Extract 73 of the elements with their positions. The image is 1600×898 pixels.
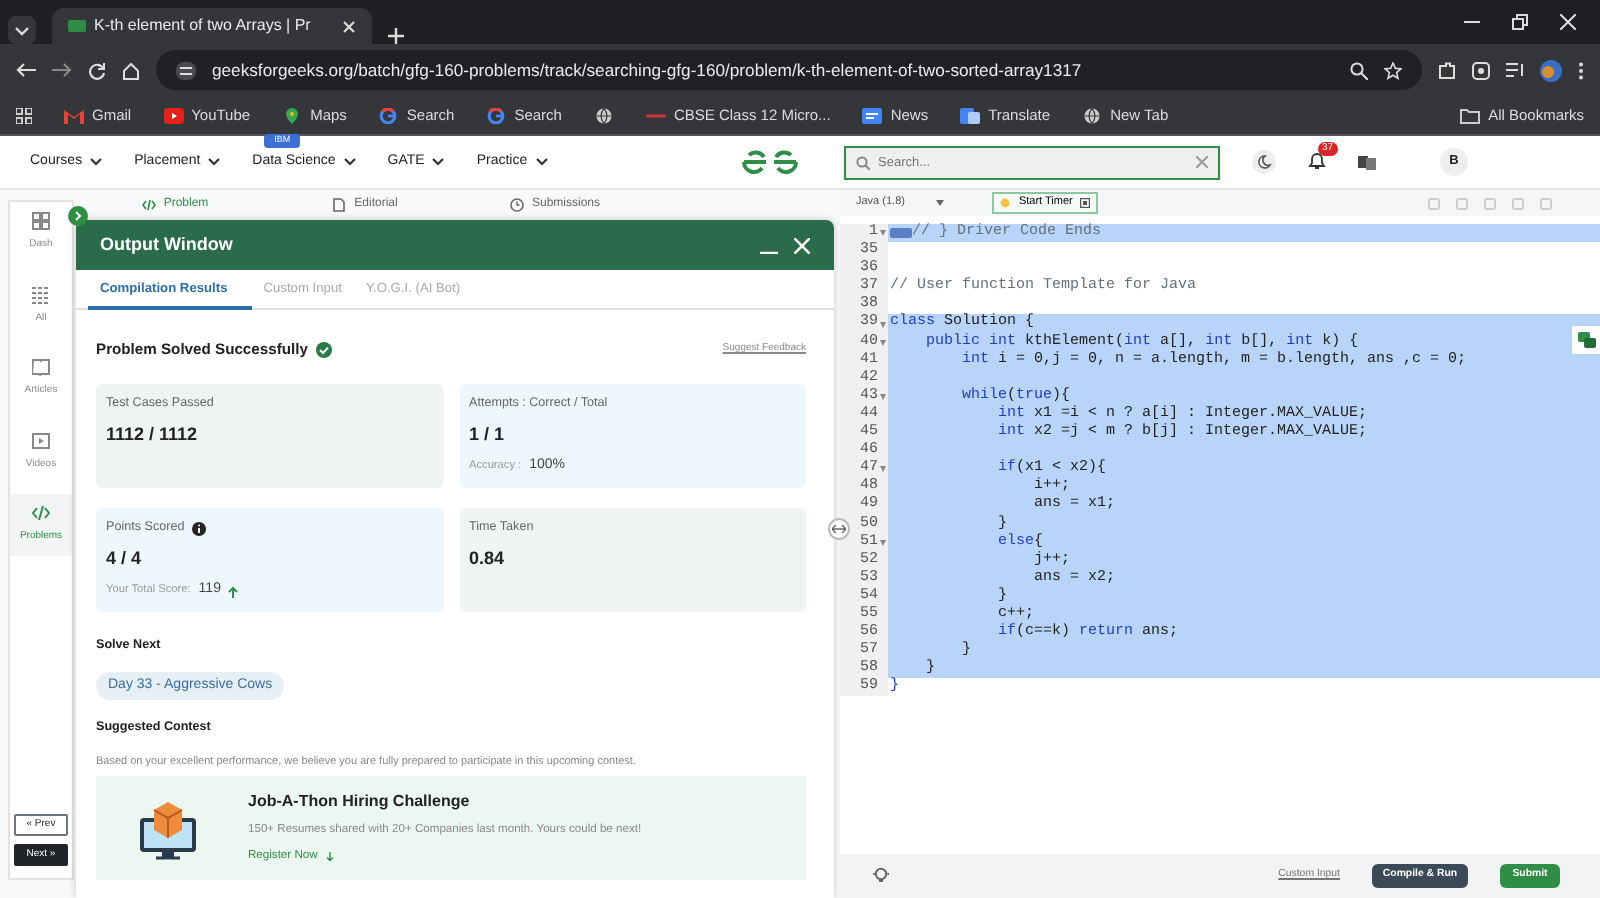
cards-icon[interactable] (1358, 154, 1376, 170)
new-tab-icon[interactable] (388, 28, 404, 44)
card-value: 1 / 1 (469, 421, 507, 448)
tab-title: K-th element of two Arrays | Pr (94, 14, 313, 38)
bell-icon[interactable] (1308, 151, 1326, 170)
globe-icon (1082, 107, 1103, 123)
fold-caret-icon[interactable] (879, 466, 885, 473)
home-icon[interactable] (122, 61, 140, 79)
address-bar[interactable]: geeksforgeeks.org/batch/gfg-160-problems/track/searching-gfg-160/problem/k-th-element-of-two-sorted-array1317 (156, 50, 1422, 90)
url-text: geeksforgeeks.org/batch/gfg-160-problems/track/searching-gfg-160/problem/k-th-element-of-two-sorted-array1317 (212, 57, 1084, 83)
card-value: 0.84 (469, 545, 507, 572)
lens-icon[interactable] (1472, 61, 1490, 79)
map-pin-icon (282, 107, 303, 123)
fold-caret-icon[interactable] (879, 339, 885, 346)
tab-search-icon[interactable] (8, 16, 36, 44)
site-info-icon (176, 61, 196, 79)
translate-icon (960, 107, 981, 123)
chevron-down-icon[interactable] (90, 158, 103, 166)
list-icon (32, 285, 50, 303)
code-icon (32, 504, 50, 522)
window-title: Output Window (100, 231, 235, 258)
folder-icon (1460, 107, 1481, 123)
zoom-icon[interactable] (1350, 61, 1368, 79)
video-play-icon (163, 107, 184, 123)
apps-icon[interactable] (16, 107, 32, 123)
timer-icon (1000, 198, 1011, 208)
chevron-down-icon[interactable] (535, 158, 548, 166)
caret-icon (936, 200, 945, 206)
playlist-icon[interactable] (1506, 62, 1524, 78)
clock-icon (509, 197, 524, 211)
reload-icon[interactable] (88, 61, 106, 79)
contest-title: Job-A-Thon Hiring Challenge (248, 790, 472, 815)
moon-icon[interactable] (1252, 150, 1276, 174)
code-icon (141, 197, 156, 211)
search-engine-icon (486, 107, 507, 123)
extensions-icon[interactable] (1438, 61, 1456, 79)
book-icon (32, 358, 50, 376)
check-circle-icon (315, 341, 332, 358)
search-engine-icon (378, 107, 399, 123)
chevron-down-icon[interactable] (432, 158, 445, 166)
fold-caret-icon[interactable] (879, 321, 885, 328)
site-logo (740, 150, 800, 174)
card-value: 4 / 4 (106, 545, 144, 572)
browser-tab[interactable]: K-th element of two Arrays | Pr (52, 8, 372, 44)
arrow-down-icon (325, 851, 334, 862)
profile-icon[interactable] (1540, 59, 1562, 81)
close-icon[interactable] (342, 19, 356, 33)
lightbulb-icon[interactable] (872, 866, 890, 886)
document-icon (332, 197, 347, 211)
mail-icon (64, 107, 84, 123)
chevron-down-icon[interactable] (343, 158, 356, 166)
close-icon[interactable] (1560, 14, 1576, 30)
search-icon (856, 155, 870, 169)
restore-icon[interactable] (1512, 14, 1528, 30)
video-icon (32, 431, 50, 449)
fold-caret-icon[interactable] (879, 230, 885, 237)
back-icon[interactable] (16, 62, 36, 78)
chevron-down-icon[interactable] (208, 158, 221, 166)
chat-icon[interactable] (1577, 332, 1595, 348)
card-value: 1112 / 1112 (106, 421, 200, 448)
stop-icon (1080, 198, 1091, 208)
fold-caret-icon[interactable] (879, 393, 885, 400)
more-icon[interactable] (1578, 61, 1584, 79)
info-icon[interactable] (192, 521, 207, 536)
globe-icon[interactable] (593, 107, 614, 123)
star-icon[interactable] (1384, 61, 1402, 79)
site-favicon (68, 20, 86, 32)
newspaper-icon (862, 107, 883, 123)
grid-icon (32, 212, 50, 230)
forward-icon[interactable] (52, 62, 72, 78)
fold-caret-icon[interactable] (879, 539, 885, 546)
drag-arrows-icon (832, 524, 846, 534)
expand-icon[interactable] (68, 206, 88, 226)
